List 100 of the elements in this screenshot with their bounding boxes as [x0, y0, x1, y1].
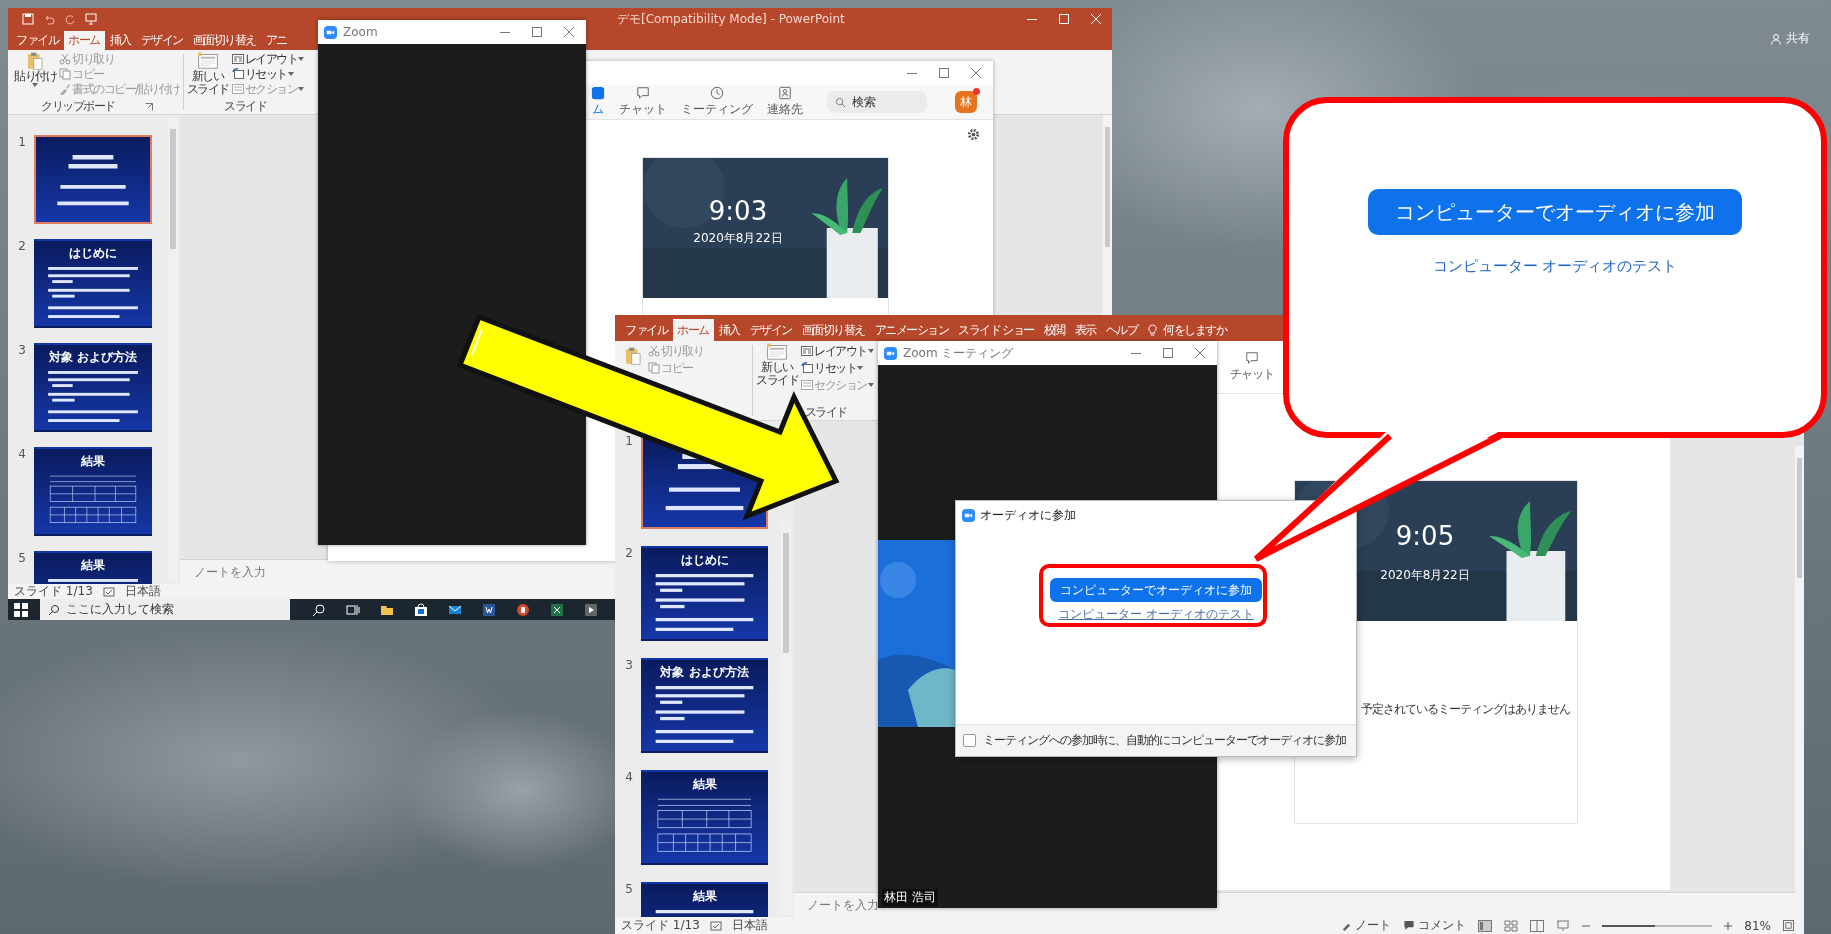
slide-thumbnail[interactable]: はじめに	[34, 239, 152, 328]
presentation-icon[interactable]	[85, 13, 97, 25]
ribbon-tab[interactable]: 挿入	[714, 319, 745, 341]
ribbon-tab[interactable]: 画面切り替え	[797, 319, 870, 341]
language-label[interactable]: 日本語	[731, 917, 768, 934]
slide-title: はじめに	[680, 552, 729, 569]
maximize-icon[interactable]	[1163, 348, 1173, 358]
task-view-icon[interactable]	[346, 602, 360, 617]
redo-icon[interactable]	[64, 13, 76, 25]
slide-title: はじめに	[69, 245, 117, 262]
new-slide-button[interactable]: 新しい スライド	[756, 343, 798, 388]
search-icon	[835, 96, 846, 108]
chat-tab[interactable]: チャット	[1230, 351, 1274, 383]
ribbon-tab[interactable]: デザイン	[745, 319, 797, 341]
slide-number: 5	[17, 551, 26, 567]
close-icon[interactable]	[564, 27, 574, 37]
spell-check-icon[interactable]	[709, 919, 722, 932]
caret-icon	[298, 57, 305, 61]
ribbon-tab[interactable]: アニメーション	[870, 319, 953, 341]
reset-button[interactable]: リセット	[801, 360, 874, 376]
caret-icon	[867, 349, 874, 353]
slide-counter: スライド 1/13	[14, 583, 93, 600]
close-icon[interactable]	[971, 68, 981, 78]
start-icon[interactable]	[14, 602, 28, 617]
settings-icon[interactable]	[967, 128, 980, 141]
search-icon[interactable]	[312, 602, 326, 617]
ribbon-tab[interactable]: ホーム	[64, 31, 105, 50]
share-button[interactable]: 共有	[1770, 30, 1810, 47]
ribbon-tab[interactable]: デザイン	[136, 31, 188, 50]
notes-placeholder[interactable]: ノートを入力	[807, 896, 879, 914]
meetings-tab[interactable]: ミーティング	[681, 86, 753, 118]
checkbox[interactable]	[963, 734, 976, 747]
reset-button[interactable]: リセット	[231, 67, 305, 81]
group-label: クリップボード	[41, 98, 115, 115]
audio-test-link[interactable]: コンピューター オーディオのテスト	[1058, 606, 1254, 623]
slide-sorter-icon[interactable]	[1504, 919, 1519, 932]
slide-thumbnail[interactable]: 対象 および方法	[641, 658, 768, 753]
app-icon[interactable]	[550, 602, 564, 617]
section-icon	[801, 379, 813, 391]
maximize-icon[interactable]	[939, 68, 949, 78]
reading-view-icon[interactable]	[1530, 919, 1545, 932]
group-label: スライド	[224, 98, 267, 115]
notes-button[interactable]: ノート	[1341, 917, 1392, 934]
slide-thumbnail[interactable]	[34, 135, 152, 224]
ribbon-tab[interactable]: 校閲	[1039, 319, 1070, 341]
app-icon[interactable]	[482, 602, 496, 617]
join-audio-button[interactable]: コンピューターでオーディオに参加	[1368, 189, 1742, 235]
fit-to-window-icon[interactable]	[1783, 920, 1794, 931]
slide-thumbnail[interactable]: 対象 および方法	[34, 343, 152, 432]
tell-me-field[interactable]: 何をしますか	[1143, 319, 1232, 341]
slide-thumbnail[interactable]: 結果	[34, 447, 152, 536]
shopping-bag-icon[interactable]	[414, 602, 428, 617]
ribbon-tab[interactable]: ホーム	[673, 319, 714, 341]
join-audio-button[interactable]: コンピューターでオーディオに参加	[1050, 578, 1262, 602]
app-icon[interactable]	[516, 602, 530, 617]
maximize-icon[interactable]	[532, 27, 542, 37]
scrollbar[interactable]	[168, 117, 178, 582]
app-icon[interactable]	[584, 602, 598, 617]
slide-thumbnail[interactable]: はじめに	[641, 546, 768, 641]
notes-placeholder[interactable]: ノートを入力	[194, 563, 266, 581]
ribbon-tab[interactable]: スライド ショー	[954, 319, 1039, 341]
slide-thumbnail[interactable]: 結果	[641, 882, 768, 917]
ribbon-tab[interactable]: ファイル	[621, 319, 672, 341]
zoom-percent[interactable]: 81%	[1744, 918, 1771, 933]
ribbon-tab[interactable]: アニ	[261, 31, 292, 50]
chat-tab[interactable]: チャット	[619, 86, 667, 118]
scrollbar[interactable]	[781, 521, 791, 915]
plus-icon[interactable]	[1724, 921, 1733, 930]
slide-thumbnail[interactable]: 結果	[641, 770, 768, 865]
paste-button[interactable]: 貼り付け	[14, 52, 56, 88]
new-slide-button[interactable]: 新しい スライド	[186, 52, 229, 97]
audio-test-link[interactable]: コンピューター オーディオのテスト	[1432, 257, 1678, 276]
ribbon-tab[interactable]: 画面切り替え	[188, 31, 261, 50]
avatar[interactable]: 林	[955, 91, 977, 113]
undo-icon[interactable]	[43, 13, 55, 25]
ribbon-tab[interactable]: ファイル	[12, 31, 63, 50]
zoom-slider[interactable]	[1602, 924, 1713, 927]
spell-check-icon[interactable]	[102, 585, 115, 598]
dialog-launcher-icon[interactable]	[144, 102, 153, 111]
layout-button[interactable]: レイアウト	[801, 343, 874, 359]
language-label[interactable]: 日本語	[124, 583, 161, 600]
slide-title: 結果	[692, 888, 717, 905]
ribbon-tab[interactable]: 表示	[1070, 319, 1101, 341]
search-field[interactable]: 検索	[827, 91, 927, 113]
save-icon[interactable]	[22, 13, 34, 25]
date-label: 2020年8月22日	[1379, 567, 1471, 584]
normal-view-icon[interactable]	[1478, 919, 1493, 932]
ribbon-tab[interactable]: 挿入	[105, 31, 136, 50]
layout-button[interactable]: レイアウト	[231, 52, 305, 66]
scrollbar[interactable]	[1795, 446, 1804, 917]
home-tab[interactable]: ム	[591, 86, 605, 118]
slide-title: 結果	[692, 776, 717, 793]
search-field[interactable]: ここに入力して検索	[40, 599, 290, 620]
slideshow-icon[interactable]	[1556, 919, 1571, 932]
slide-thumbnail[interactable]: 結果	[34, 551, 152, 584]
contacts-tab[interactable]: 連絡先	[767, 86, 803, 118]
contact-card-icon	[778, 86, 792, 100]
comments-button[interactable]: コメント	[1403, 917, 1467, 934]
close-icon[interactable]	[1195, 348, 1205, 358]
ribbon-tab[interactable]: ヘルプ	[1101, 319, 1143, 341]
